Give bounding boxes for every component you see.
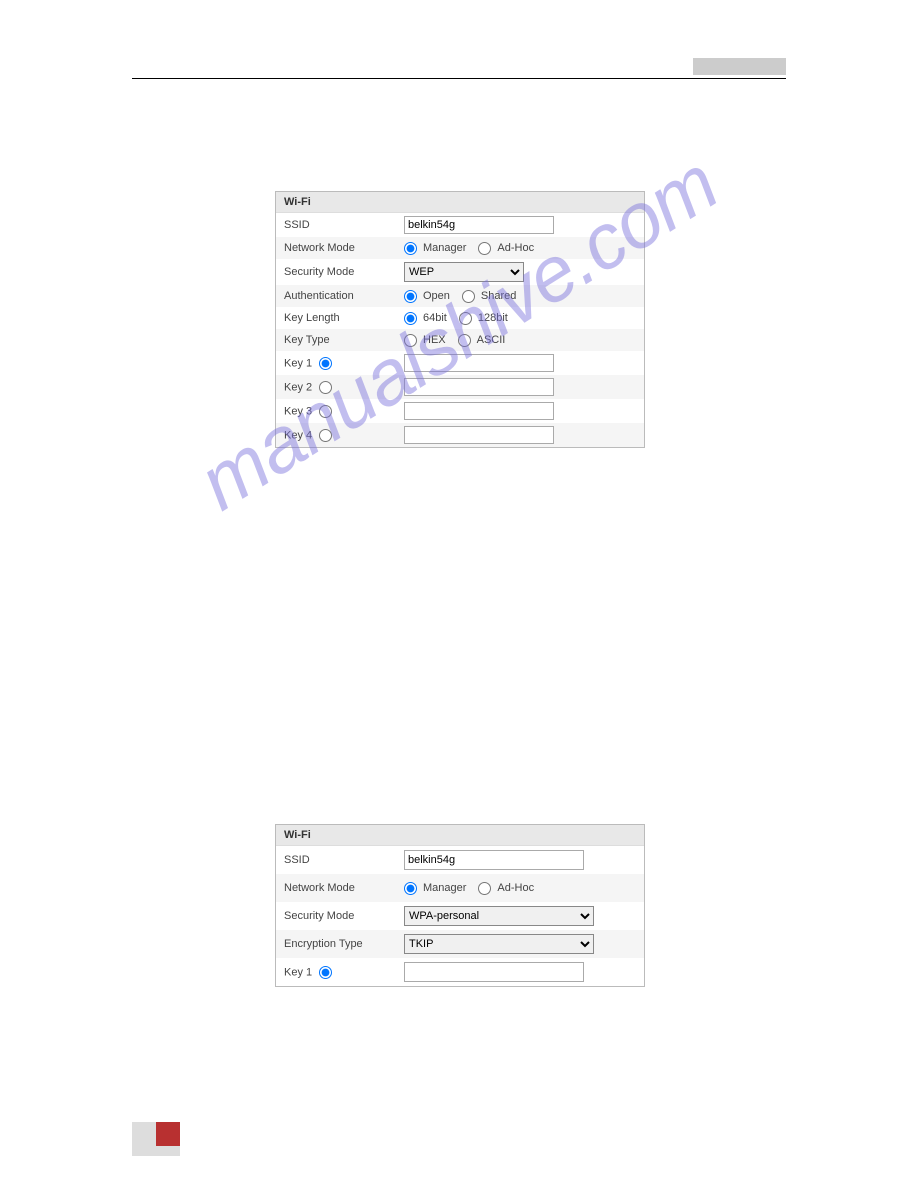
network-mode-manager-text: Manager [423, 882, 466, 894]
ssid-label: SSID [284, 854, 404, 866]
key4-input[interactable] [404, 426, 554, 444]
key-length-64-text: 64bit [423, 312, 447, 324]
network-mode-adhoc-text: Ad-Hoc [497, 882, 534, 894]
key-length-label: Key Length [284, 312, 404, 324]
key1-label: Key 1 [284, 357, 312, 369]
ssid-input[interactable] [404, 850, 584, 870]
panel-title: Wi-Fi [276, 825, 644, 846]
key1-input[interactable] [404, 354, 554, 372]
security-mode-select[interactable]: WPA-personal [404, 906, 594, 926]
authentication-label: Authentication [284, 290, 404, 302]
ssid-input[interactable] [404, 216, 554, 234]
key1-input[interactable] [404, 962, 584, 982]
security-mode-label: Security Mode [284, 266, 404, 278]
network-mode-manager-radio[interactable] [404, 882, 417, 895]
key-type-ascii-radio[interactable] [458, 334, 471, 347]
key2-select-radio[interactable] [319, 381, 332, 394]
wifi-wpa-panel: Wi-Fi SSID Network Mode Manager Ad-Hoc S… [275, 824, 645, 987]
key1-select-radio[interactable] [319, 357, 332, 370]
network-mode-label: Network Mode [284, 882, 404, 894]
key-type-hex-radio[interactable] [404, 334, 417, 347]
security-mode-select[interactable]: WEP [404, 262, 524, 282]
auth-open-radio[interactable] [404, 290, 417, 303]
key-type-ascii-text: ASCII [477, 334, 506, 346]
key-length-128-radio[interactable] [459, 312, 472, 325]
key4-label: Key 4 [284, 429, 312, 441]
footer-decoration [132, 1122, 180, 1146]
key2-input[interactable] [404, 378, 554, 396]
key1-select-radio[interactable] [319, 966, 332, 979]
key3-select-radio[interactable] [319, 405, 332, 418]
security-mode-label: Security Mode [284, 910, 404, 922]
header-placeholder [693, 58, 786, 75]
encryption-type-select[interactable]: TKIP [404, 934, 594, 954]
key-length-128-text: 128bit [478, 312, 508, 324]
auth-shared-text: Shared [481, 290, 516, 302]
encryption-type-label: Encryption Type [284, 938, 404, 950]
auth-shared-radio[interactable] [462, 290, 475, 303]
header-divider [132, 78, 786, 79]
wifi-wep-panel: Wi-Fi SSID Network Mode Manager Ad-Hoc S… [275, 191, 645, 448]
ssid-label: SSID [284, 219, 404, 231]
key3-label: Key 3 [284, 405, 312, 417]
network-mode-adhoc-text: Ad-Hoc [497, 242, 534, 254]
key1-label: Key 1 [284, 966, 312, 978]
key-type-label: Key Type [284, 334, 404, 346]
key3-input[interactable] [404, 402, 554, 420]
key-type-hex-text: HEX [423, 334, 446, 346]
panel-title: Wi-Fi [276, 192, 644, 213]
network-mode-manager-radio[interactable] [404, 242, 417, 255]
network-mode-adhoc-radio[interactable] [478, 882, 491, 895]
key4-select-radio[interactable] [319, 429, 332, 442]
key2-label: Key 2 [284, 381, 312, 393]
network-mode-adhoc-radio[interactable] [478, 242, 491, 255]
network-mode-manager-text: Manager [423, 242, 466, 254]
auth-open-text: Open [423, 290, 450, 302]
key-length-64-radio[interactable] [404, 312, 417, 325]
network-mode-label: Network Mode [284, 242, 404, 254]
